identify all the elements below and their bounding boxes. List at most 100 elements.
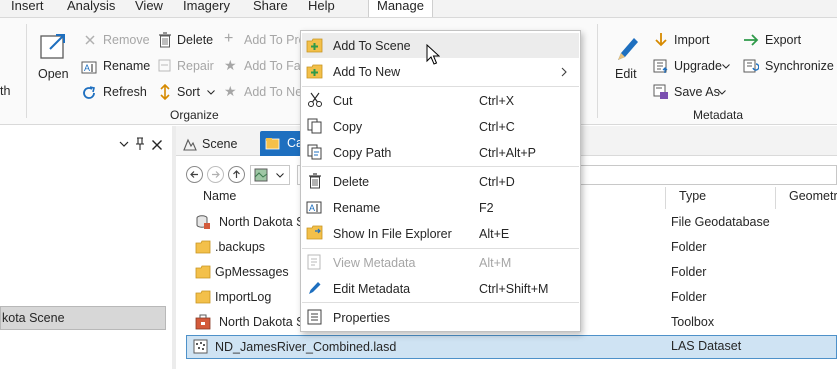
contents-pane xyxy=(0,126,172,369)
menu-item-shortcut: Ctrl+Shift+M xyxy=(479,282,549,296)
menu-item-label: View Metadata xyxy=(333,256,416,270)
arrow-left-icon xyxy=(190,171,198,178)
scene-list-item-label: kota Scene xyxy=(2,311,65,325)
folder-icon xyxy=(195,290,211,304)
menu-share[interactable]: Share xyxy=(253,0,288,13)
refresh-button[interactable]: Refresh xyxy=(80,84,152,102)
row-name: .backups xyxy=(215,240,266,254)
row-type: Toolbox xyxy=(671,315,715,329)
refresh-icon xyxy=(83,86,95,99)
import-label: Import xyxy=(674,33,710,47)
column-header-geometry[interactable]: Geometry xyxy=(789,189,837,211)
open-label: Open xyxy=(38,67,69,81)
menu-item-shortcut: Ctrl+C xyxy=(479,120,515,134)
close-pane-button[interactable] xyxy=(151,139,163,151)
column-header-type[interactable]: Type xyxy=(679,189,706,211)
add-to-favorites-button[interactable]: ★ Add To Fav xyxy=(224,57,307,76)
row-name: North Dakota S xyxy=(219,315,305,329)
menu-insert[interactable]: Insert xyxy=(11,0,44,13)
chevron-down-icon xyxy=(718,90,726,95)
export-label: Export xyxy=(765,33,802,47)
catalog-icon xyxy=(265,138,280,150)
chevron-right-icon xyxy=(561,67,567,77)
edit-label: Edit xyxy=(615,67,637,81)
add-to-project-button[interactable]: + Add To Pro xyxy=(224,30,306,50)
upgrade-icon xyxy=(653,59,668,73)
ribbon-separator xyxy=(597,24,598,118)
back-button[interactable] xyxy=(186,166,203,183)
remove-button[interactable]: Remove xyxy=(82,32,152,50)
menu-item-label: Properties xyxy=(333,311,390,325)
menu-imagery[interactable]: Imagery xyxy=(183,0,230,13)
upgrade-label: Upgrade xyxy=(674,59,722,73)
repair-button[interactable]: Repair xyxy=(157,58,217,76)
forward-button[interactable] xyxy=(207,166,224,183)
row-type: File Geodatabase xyxy=(671,215,770,229)
open-button[interactable]: Open xyxy=(36,32,70,98)
column-separator[interactable] xyxy=(775,187,776,209)
star-icon: ★ xyxy=(224,57,237,73)
row-name: North Dakota S xyxy=(219,215,305,229)
organize-group-label: Organize xyxy=(170,108,219,122)
menu-separator xyxy=(302,86,579,87)
trash-icon xyxy=(159,32,171,48)
synchronize-icon xyxy=(743,59,759,73)
toolbox-icon xyxy=(195,314,211,330)
menu-help[interactable]: Help xyxy=(308,0,335,13)
menu-analysis[interactable]: Analysis xyxy=(67,0,115,13)
repair-icon xyxy=(158,59,171,72)
export-button[interactable]: Export xyxy=(743,32,807,50)
save-as-button[interactable]: Save As xyxy=(653,84,733,102)
pencil-icon xyxy=(618,38,638,60)
column-header-name[interactable]: Name xyxy=(203,189,236,211)
row-name: ND_JamesRiver_Combined.lasd xyxy=(215,340,397,354)
menu-view[interactable]: View xyxy=(135,0,163,13)
close-icon xyxy=(152,140,162,150)
menu-item-label: Copy Path xyxy=(333,146,392,160)
menu-item-shortcut: Alt+E xyxy=(479,227,510,241)
menu-item-label: Show In File Explorer xyxy=(333,227,452,241)
menu-separator xyxy=(302,302,579,303)
edit-metadata-button[interactable]: Edit xyxy=(611,32,643,98)
up-button[interactable] xyxy=(228,166,245,183)
location-type-dropdown[interactable] xyxy=(250,165,290,185)
geodatabase-icon xyxy=(196,215,210,229)
svg-text:A: A xyxy=(84,63,90,73)
synchronize-label: Synchronize xyxy=(765,59,834,73)
add-to-new-icon xyxy=(306,64,323,79)
folder-icon xyxy=(195,240,211,254)
add-to-favorites-label: Add To Fav xyxy=(244,59,308,73)
star-plus-icon: ★ xyxy=(224,83,237,99)
menu-separator xyxy=(302,166,579,167)
add-to-new-button[interactable]: ★ Add To Ne xyxy=(224,83,303,102)
upgrade-button[interactable]: Upgrade xyxy=(653,58,733,76)
pin-button[interactable] xyxy=(134,137,146,151)
tab-scene[interactable]: Scene xyxy=(180,133,258,156)
delete-button[interactable]: Delete xyxy=(157,32,217,50)
sort-button[interactable]: Sort xyxy=(157,84,217,102)
menu-bar: Insert Analysis View Imagery Share Help … xyxy=(0,0,837,17)
rename-button[interactable]: A Rename xyxy=(80,58,152,76)
menu-item-label: Copy xyxy=(333,120,363,134)
pane-menu-button[interactable] xyxy=(118,138,130,150)
rename-icon: A xyxy=(306,201,322,214)
copy-icon xyxy=(307,118,322,134)
svg-text:A: A xyxy=(309,203,315,213)
menu-separator xyxy=(302,248,579,249)
scene-list-item[interactable]: kota Scene xyxy=(0,306,166,330)
menu-item-shortcut: Alt+M xyxy=(479,256,512,270)
rename-label: Rename xyxy=(103,59,151,73)
column-separator[interactable] xyxy=(665,187,666,209)
export-icon xyxy=(744,34,759,46)
menu-item-shortcut: Ctrl+Alt+P xyxy=(479,146,536,160)
add-to-scene-icon xyxy=(306,38,323,53)
remove-icon xyxy=(85,35,95,45)
file-explorer-icon xyxy=(306,225,323,240)
menu-manage[interactable]: Manage xyxy=(368,0,433,17)
add-to-new-label: Add To Ne xyxy=(244,85,303,99)
sort-label: Sort xyxy=(177,85,200,99)
synchronize-button[interactable]: Synchronize xyxy=(743,58,837,76)
menu-item-label: Add To Scene xyxy=(333,39,411,53)
menu-item-label: Cut xyxy=(333,94,353,108)
import-button[interactable]: Import xyxy=(653,32,733,50)
